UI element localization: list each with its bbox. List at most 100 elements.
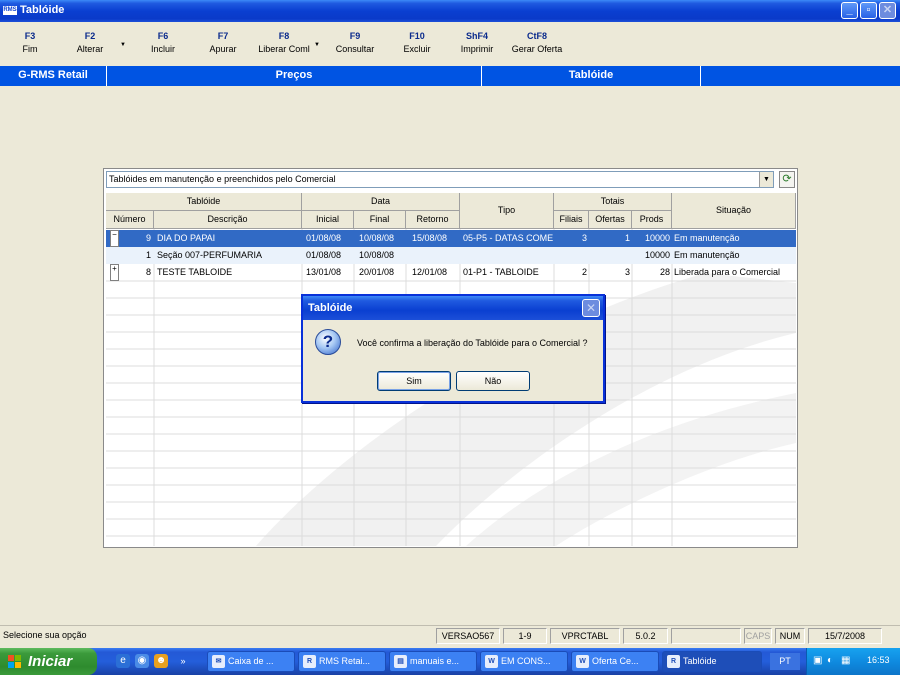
table-row[interactable]: − 9 DIA DO PAPAI 01/08/08 10/08/08 15/08… <box>106 230 796 247</box>
column-header-descricao[interactable]: Descrição <box>154 211 302 229</box>
tool-key: CtF8 <box>527 31 547 41</box>
cell-final: 10/08/08 <box>359 233 395 243</box>
task-rms-retail[interactable]: R RMS Retai... <box>298 651 386 672</box>
minimize-button[interactable]: _ <box>841 2 858 19</box>
tool-label: Imprimir <box>460 44 494 54</box>
yes-button[interactable]: Sim <box>377 371 451 391</box>
start-label: Iniciar <box>28 653 73 670</box>
column-header-retorno[interactable]: Retorno <box>406 211 460 229</box>
tool-imprimir[interactable]: ShF4 Imprimir <box>449 31 505 54</box>
cell-retorno: 12/01/08 <box>412 267 448 277</box>
dialog-close-icon[interactable]: ✕ <box>582 299 600 317</box>
tool-label: Incluir <box>150 44 175 54</box>
cell-tipo: 01-P1 - TABLOIDE <box>463 267 539 277</box>
tool-key: F10 <box>409 31 425 41</box>
task-tabloide[interactable]: R Tablóide <box>662 651 762 672</box>
chevron-down-icon[interactable]: ▼ <box>759 172 773 187</box>
status-num: NUM <box>775 628 805 644</box>
tool-gerar-oferta[interactable]: CtF8 Gerar Oferta <box>509 31 565 54</box>
cell-inicial: 01/08/08 <box>306 233 342 243</box>
task-caixa[interactable]: ✉ Caixa de ... <box>207 651 295 672</box>
tool-key: F8 <box>278 31 290 41</box>
table-row[interactable]: 1 Seção 007-PERFUMARIA 01/08/08 10/08/08… <box>106 247 796 264</box>
cell-situacao: Liberada para o Comercial <box>674 267 781 277</box>
status-range: 1-9 <box>503 628 547 644</box>
task-em-cons[interactable]: W EM CONS... <box>480 651 568 672</box>
expand-icon[interactable]: + <box>110 264 119 281</box>
column-header-final[interactable]: Final <box>354 211 406 229</box>
tool-label: Excluir <box>403 44 431 54</box>
collapse-icon[interactable]: − <box>110 230 119 247</box>
tool-consultar[interactable]: F9 Consultar <box>327 31 383 54</box>
cell-prods: 28 <box>659 267 670 277</box>
network-icon[interactable]: ▣ <box>813 655 822 666</box>
messenger-icon[interactable]: ☻ <box>154 654 168 668</box>
maximize-button[interactable]: ▫ <box>860 2 877 19</box>
clock: 16:53 <box>867 655 890 665</box>
group-header-data: Data <box>302 193 460 211</box>
question-icon: ? <box>315 329 341 355</box>
window-title: Tablóide <box>20 4 65 16</box>
task-label: EM CONS... <box>501 656 551 666</box>
status-version: VERSAO567 <box>436 628 500 644</box>
tool-key: F2 <box>84 31 96 41</box>
cell-ofertas: 1 <box>624 233 630 243</box>
module-header-bar: G-RMS Retail Preços Tablóide <box>0 66 900 86</box>
dropdown-arrow-icon[interactable]: ▼ <box>120 42 126 48</box>
cell-filiais: 3 <box>581 233 587 243</box>
no-button[interactable]: Não <box>456 371 530 391</box>
column-header-situacao[interactable]: Situação <box>672 193 796 229</box>
header-screen: Tablóide <box>482 66 701 86</box>
filter-select-value: Tablóides em manutenção e preenchidos pe… <box>109 174 336 184</box>
volume-icon[interactable]: ◐ <box>827 655 833 666</box>
window-title-bar[interactable]: RMS Tablóide _ ▫ ✕ <box>0 0 900 22</box>
table-row[interactable]: + 8 TESTE TABLOIDE 13/01/08 20/01/08 12/… <box>106 264 796 281</box>
task-oferta[interactable]: W Oferta Ce... <box>571 651 659 672</box>
filter-select[interactable]: Tablóides em manutenção e preenchidos pe… <box>106 171 774 188</box>
system-tray: ▣ ◐ ▦ 16:53 <box>806 648 900 675</box>
tool-incluir[interactable]: F6 Incluir <box>135 31 191 54</box>
tool-fim[interactable]: F3 Fim <box>2 31 58 54</box>
tool-alterar[interactable]: F2 Alterar ▼ <box>62 31 126 54</box>
confirm-dialog: Tablóide ✕ ? Você confirma a liberação d… <box>301 294 605 403</box>
tool-apurar[interactable]: F7 Apurar <box>195 31 251 54</box>
quicklaunch-more-icon[interactable]: » <box>176 654 190 668</box>
tool-liberar-coml[interactable]: F8 Liberar Coml ▼ <box>256 31 320 54</box>
mail-icon: ✉ <box>212 655 225 668</box>
column-header-tipo[interactable]: Tipo <box>460 193 554 229</box>
column-header-ofertas[interactable]: Ofertas <box>589 211 632 229</box>
close-button[interactable]: ✕ <box>879 2 896 19</box>
column-header-prods[interactable]: Prods <box>632 211 672 229</box>
column-header-filiais[interactable]: Filiais <box>554 211 589 229</box>
column-header-numero[interactable]: Número <box>106 211 154 229</box>
cell-numero: 1 <box>145 250 151 260</box>
task-label: Caixa de ... <box>228 656 274 666</box>
rms-icon: R <box>667 655 680 668</box>
cell-ofertas: 3 <box>624 267 630 277</box>
tool-label: Apurar <box>209 44 237 54</box>
status-message: Selecione sua opção <box>3 630 87 640</box>
cell-situacao: Em manutenção <box>674 233 740 243</box>
task-label: Oferta Ce... <box>592 656 639 666</box>
tool-key: F6 <box>157 31 169 41</box>
cell-descricao: Seção 007-PERFUMARIA <box>157 250 263 260</box>
task-manuais[interactable]: ▤ manuais e... <box>389 651 477 672</box>
dropdown-arrow-icon[interactable]: ▼ <box>314 42 320 48</box>
refresh-icon[interactable]: ⟳ <box>779 171 795 188</box>
dialog-title[interactable]: Tablóide <box>303 296 603 320</box>
tool-label: Consultar <box>335 44 375 54</box>
column-header-inicial[interactable]: Inicial <box>302 211 354 229</box>
ie-icon[interactable]: e <box>116 654 130 668</box>
media-icon[interactable]: ◉ <box>135 654 149 668</box>
task-label: Tablóide <box>683 656 717 666</box>
tray-app-icon[interactable]: ▦ <box>841 655 850 666</box>
start-button[interactable]: Iniciar <box>0 648 97 675</box>
status-empty <box>671 628 741 644</box>
header-app: G-RMS Retail <box>0 66 107 86</box>
cell-tipo: 05-P5 - DATAS COMEMORATIVAS <box>463 233 553 243</box>
task-label: manuais e... <box>410 656 460 666</box>
rms-icon: R <box>303 655 316 668</box>
cell-descricao: TESTE TABLOIDE <box>157 267 233 277</box>
language-indicator[interactable]: PT <box>770 653 800 670</box>
tool-excluir[interactable]: F10 Excluir <box>389 31 445 54</box>
